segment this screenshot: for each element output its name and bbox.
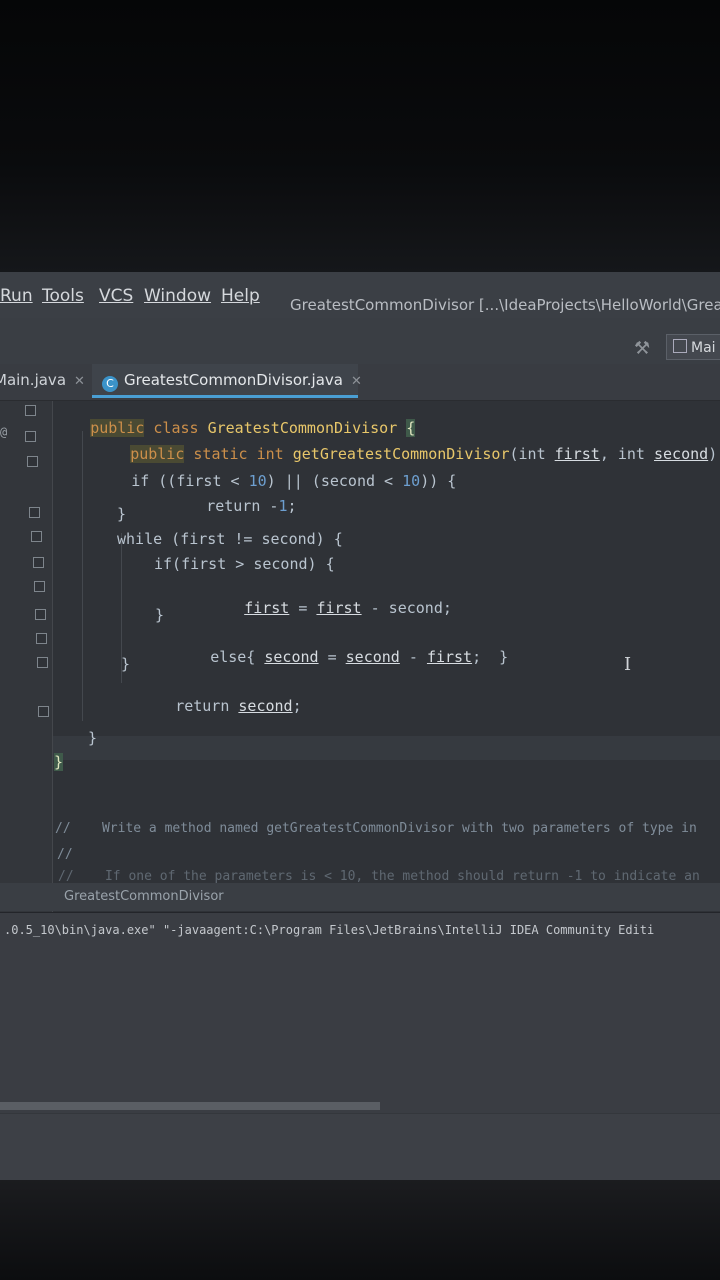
window-title: GreatestCommonDivisor [...\IdeaProjects\… [290,296,720,314]
run-output-panel: .0.5_10\bin\java.exe" "-javaagent:C:\Pro… [0,912,720,1113]
code-line-6: while (first != second) { [117,530,343,548]
menu-tools[interactable]: Tools [42,286,84,306]
fold-marker-icon[interactable] [29,507,40,518]
comment-line-1: // Write a method named getGreatestCommo… [55,821,697,836]
fold-marker-icon[interactable] [31,531,42,542]
config-icon [673,339,687,353]
code-line-8: first = first - second; [244,599,452,617]
run-configuration-selector[interactable]: Mai [666,334,720,360]
monitor-bezel-top [0,0,720,272]
menu-window[interactable]: Window [144,286,211,306]
toolbar: ⚒ Mai [0,318,720,364]
run-command-line: .0.5_10\bin\java.exe" "-javaagent:C:\Pro… [4,923,655,937]
fold-marker-icon[interactable] [34,581,45,592]
close-icon[interactable]: ✕ [351,374,362,389]
breadcrumb-class[interactable]: GreatestCommonDivisor [64,889,224,904]
override-marker-icon: @ [0,425,8,439]
code-line-7: if(first > second) { [154,555,335,573]
comment-line-3: // If one of the parameters is < 10, the… [58,869,700,884]
current-line-highlight [53,736,720,760]
tab-main-java[interactable]: Main.java ✕ [0,364,86,398]
status-bar [0,1114,720,1180]
fold-marker-icon[interactable] [25,405,36,416]
code-line-11: } [121,655,131,673]
fold-marker-icon[interactable] [35,609,46,620]
code-line-14: } [54,753,64,771]
menu-help[interactable]: Help [221,286,260,306]
fold-marker-icon[interactable] [38,706,49,717]
close-icon[interactable]: ✕ [74,374,85,389]
text-cursor-icon: I [624,654,632,675]
editor-gutter: @ [0,401,53,921]
tab-label: Main.java [0,371,67,389]
ide-window: Run Tools VCS Window Help GreatestCommon… [0,272,720,1180]
comment-line-2: // [57,847,73,862]
code-line-9: } [155,606,165,624]
fold-marker-icon[interactable] [36,633,47,644]
code-line-12: return second; [175,697,302,715]
class-c-icon: C [102,376,118,392]
tab-label: GreatestCommonDivisor.java [124,371,343,389]
fold-marker-icon[interactable] [37,657,48,668]
tab-greatest-common-divisor-java[interactable]: C GreatestCommonDivisor.java ✕ [92,364,362,398]
fold-marker-icon[interactable] [33,557,44,568]
fold-marker-icon[interactable] [27,456,38,467]
code-line-5: } [117,505,127,523]
menu-bar: Run Tools VCS Window Help GreatestCommon… [0,272,720,318]
run-config-label: Mai [691,340,716,356]
breadcrumb: GreatestCommonDivisor [0,883,720,911]
menu-vcs[interactable]: VCS [99,286,133,306]
code-line-4: return -1; [206,497,297,515]
code-editor[interactable]: @ public class GreatestCommonDivisor { p… [0,401,720,921]
monitor-bezel-bottom [0,1180,720,1280]
build-hammer-icon[interactable]: ⚒ [634,338,650,359]
fold-marker-icon[interactable] [25,431,36,442]
menu-run[interactable]: Run [0,286,33,306]
editor-tabs: Main.java ✕ C GreatestCommonDivisor.java ✕ [0,364,720,401]
code-line-13: } [88,729,98,747]
horizontal-scrollbar[interactable] [0,1102,380,1110]
code-line-10: else{ second = second - first; } [210,648,509,666]
